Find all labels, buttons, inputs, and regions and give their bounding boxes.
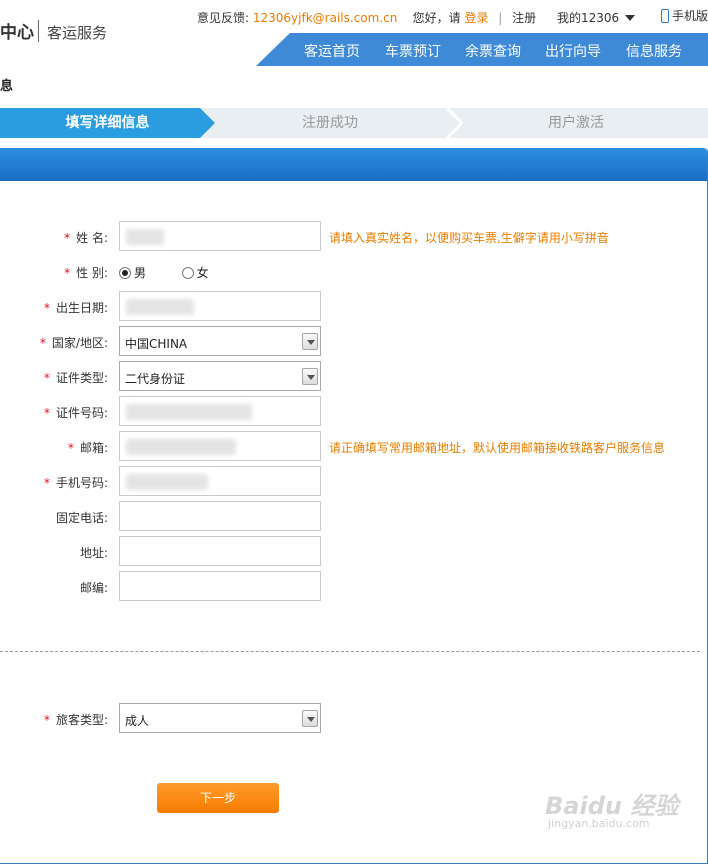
zip-input[interactable] [119, 571, 321, 601]
row-name: * 姓 名: 请填入真实姓名，以便购买车票,生僻字请用小写拼音 [0, 221, 708, 251]
id-type-selected-value: 二代身份证 [125, 372, 186, 386]
step-fill-info: 填写详细信息 [0, 108, 215, 138]
nav-item-home[interactable]: 客运首页 [304, 41, 360, 61]
redacted-value [126, 439, 236, 455]
id-number-input[interactable] [119, 396, 321, 426]
name-hint: 请填入真实姓名，以便购买车票,生僻字请用小写拼音 [329, 231, 609, 245]
gender-female-label: 女 [196, 266, 209, 280]
id-type-select[interactable]: 二代身份证 [119, 361, 321, 391]
page-title: 息 [0, 79, 14, 94]
logo-divider [38, 20, 39, 42]
row-landline: 固定电话: [0, 501, 708, 531]
passenger-type-select[interactable]: 成人 [119, 703, 321, 733]
mobile-version-link[interactable]: 手机版 [661, 7, 708, 24]
step-separator-icon [447, 108, 463, 138]
row-gender: * 性 别: 男 女 [0, 256, 708, 286]
panel-header-bar [0, 148, 707, 181]
row-passenger-type: * 旅客类型: 成人 [0, 703, 708, 733]
id-number-label: * 证件号码: [43, 406, 108, 420]
address-input[interactable] [119, 536, 321, 566]
landline-input[interactable] [119, 501, 321, 531]
nav-item-travel-guide[interactable]: 出行向导 [545, 41, 601, 61]
row-country: * 国家/地区: 中国CHINA [0, 326, 708, 356]
greeting-text: 您好，请 [412, 11, 461, 25]
email-label: * 邮箱: [67, 441, 108, 455]
row-id-type: * 证件类型: 二代身份证 [0, 361, 708, 391]
birth-date-input[interactable] [119, 291, 321, 321]
country-label: * 国家/地区: [39, 336, 108, 350]
redacted-value [126, 229, 164, 245]
id-type-label: * 证件类型: [43, 371, 108, 385]
main-nav: 客运首页 车票预订 余票查询 出行向导 信息服务 [256, 33, 708, 66]
gender-radio-group: 男 女 [119, 264, 209, 281]
row-birth-date: * 出生日期: [0, 291, 708, 321]
next-step-button[interactable]: 下一步 [157, 783, 279, 813]
section-divider [0, 651, 700, 652]
country-selected-value: 中国CHINA [125, 337, 188, 351]
mobile-version-label: 手机版 [672, 9, 708, 23]
chevron-down-icon[interactable] [302, 333, 318, 350]
redacted-value [126, 404, 252, 420]
passenger-type-selected-value: 成人 [125, 714, 150, 728]
feedback-email-link[interactable]: 12306yjfk@rails.com.cn [253, 11, 397, 25]
phone-icon [661, 9, 669, 23]
register-link[interactable]: 注册 [512, 11, 536, 25]
mobile-input[interactable] [119, 466, 321, 496]
address-label: 地址: [79, 546, 108, 560]
row-mobile: * 手机号码: [0, 466, 708, 496]
nav-item-booking[interactable]: 车票预订 [385, 41, 441, 61]
link-separator: | [498, 11, 503, 25]
name-input[interactable] [119, 221, 321, 251]
chevron-down-icon[interactable] [302, 710, 318, 727]
feedback-label: 意见反馈: [197, 11, 250, 25]
registration-steps: 填写详细信息 注册成功 用户激活 [0, 108, 708, 138]
redacted-value [126, 299, 194, 315]
zip-label: 邮编: [79, 581, 108, 595]
site-logo[interactable]: 中心 [0, 18, 34, 43]
gender-female-radio[interactable] [181, 267, 194, 279]
chevron-down-icon[interactable] [302, 368, 318, 385]
gender-male-label: 男 [134, 266, 147, 280]
login-link[interactable]: 登录 [464, 11, 488, 25]
nav-item-info-service[interactable]: 信息服务 [626, 41, 682, 61]
my-12306-label: 我的12306 [557, 11, 620, 25]
name-label: * 姓 名: [64, 231, 108, 245]
mobile-label: * 手机号码: [43, 476, 108, 490]
chevron-down-icon [625, 15, 636, 21]
row-zip: 邮编: [0, 571, 708, 601]
birth-date-label: * 出生日期: [43, 301, 108, 315]
landline-label: 固定电话: [55, 511, 108, 525]
nav-item-ticket-query[interactable]: 余票查询 [465, 41, 521, 61]
top-links: 意见反馈: 12306yjfk@rails.com.cn 您好，请 登录 | 注… [197, 9, 536, 26]
baidu-watermark: Baidu 经验 jingyan.baidu.com [545, 792, 679, 830]
site-section-title: 客运服务 [47, 24, 108, 42]
step-register-success: 注册成功 [302, 115, 358, 131]
gender-label: * 性 别: [64, 266, 108, 280]
email-field[interactable] [119, 431, 321, 461]
row-address: 地址: [0, 536, 708, 566]
redacted-value [126, 474, 208, 490]
email-hint: 请正确填写常用邮箱地址，默认使用邮箱接收铁路客户服务信息 [329, 441, 666, 455]
row-id-number: * 证件号码: [0, 396, 708, 426]
passenger-type-label: * 旅客类型: [43, 713, 108, 727]
gender-male-radio[interactable] [119, 267, 131, 279]
my-12306-menu[interactable]: 我的12306 [557, 9, 636, 26]
country-select[interactable]: 中国CHINA [119, 326, 321, 356]
step-user-activation: 用户激活 [548, 115, 604, 131]
row-email: * 邮箱: 请正确填写常用邮箱地址，默认使用邮箱接收铁路客户服务信息 [0, 431, 708, 461]
